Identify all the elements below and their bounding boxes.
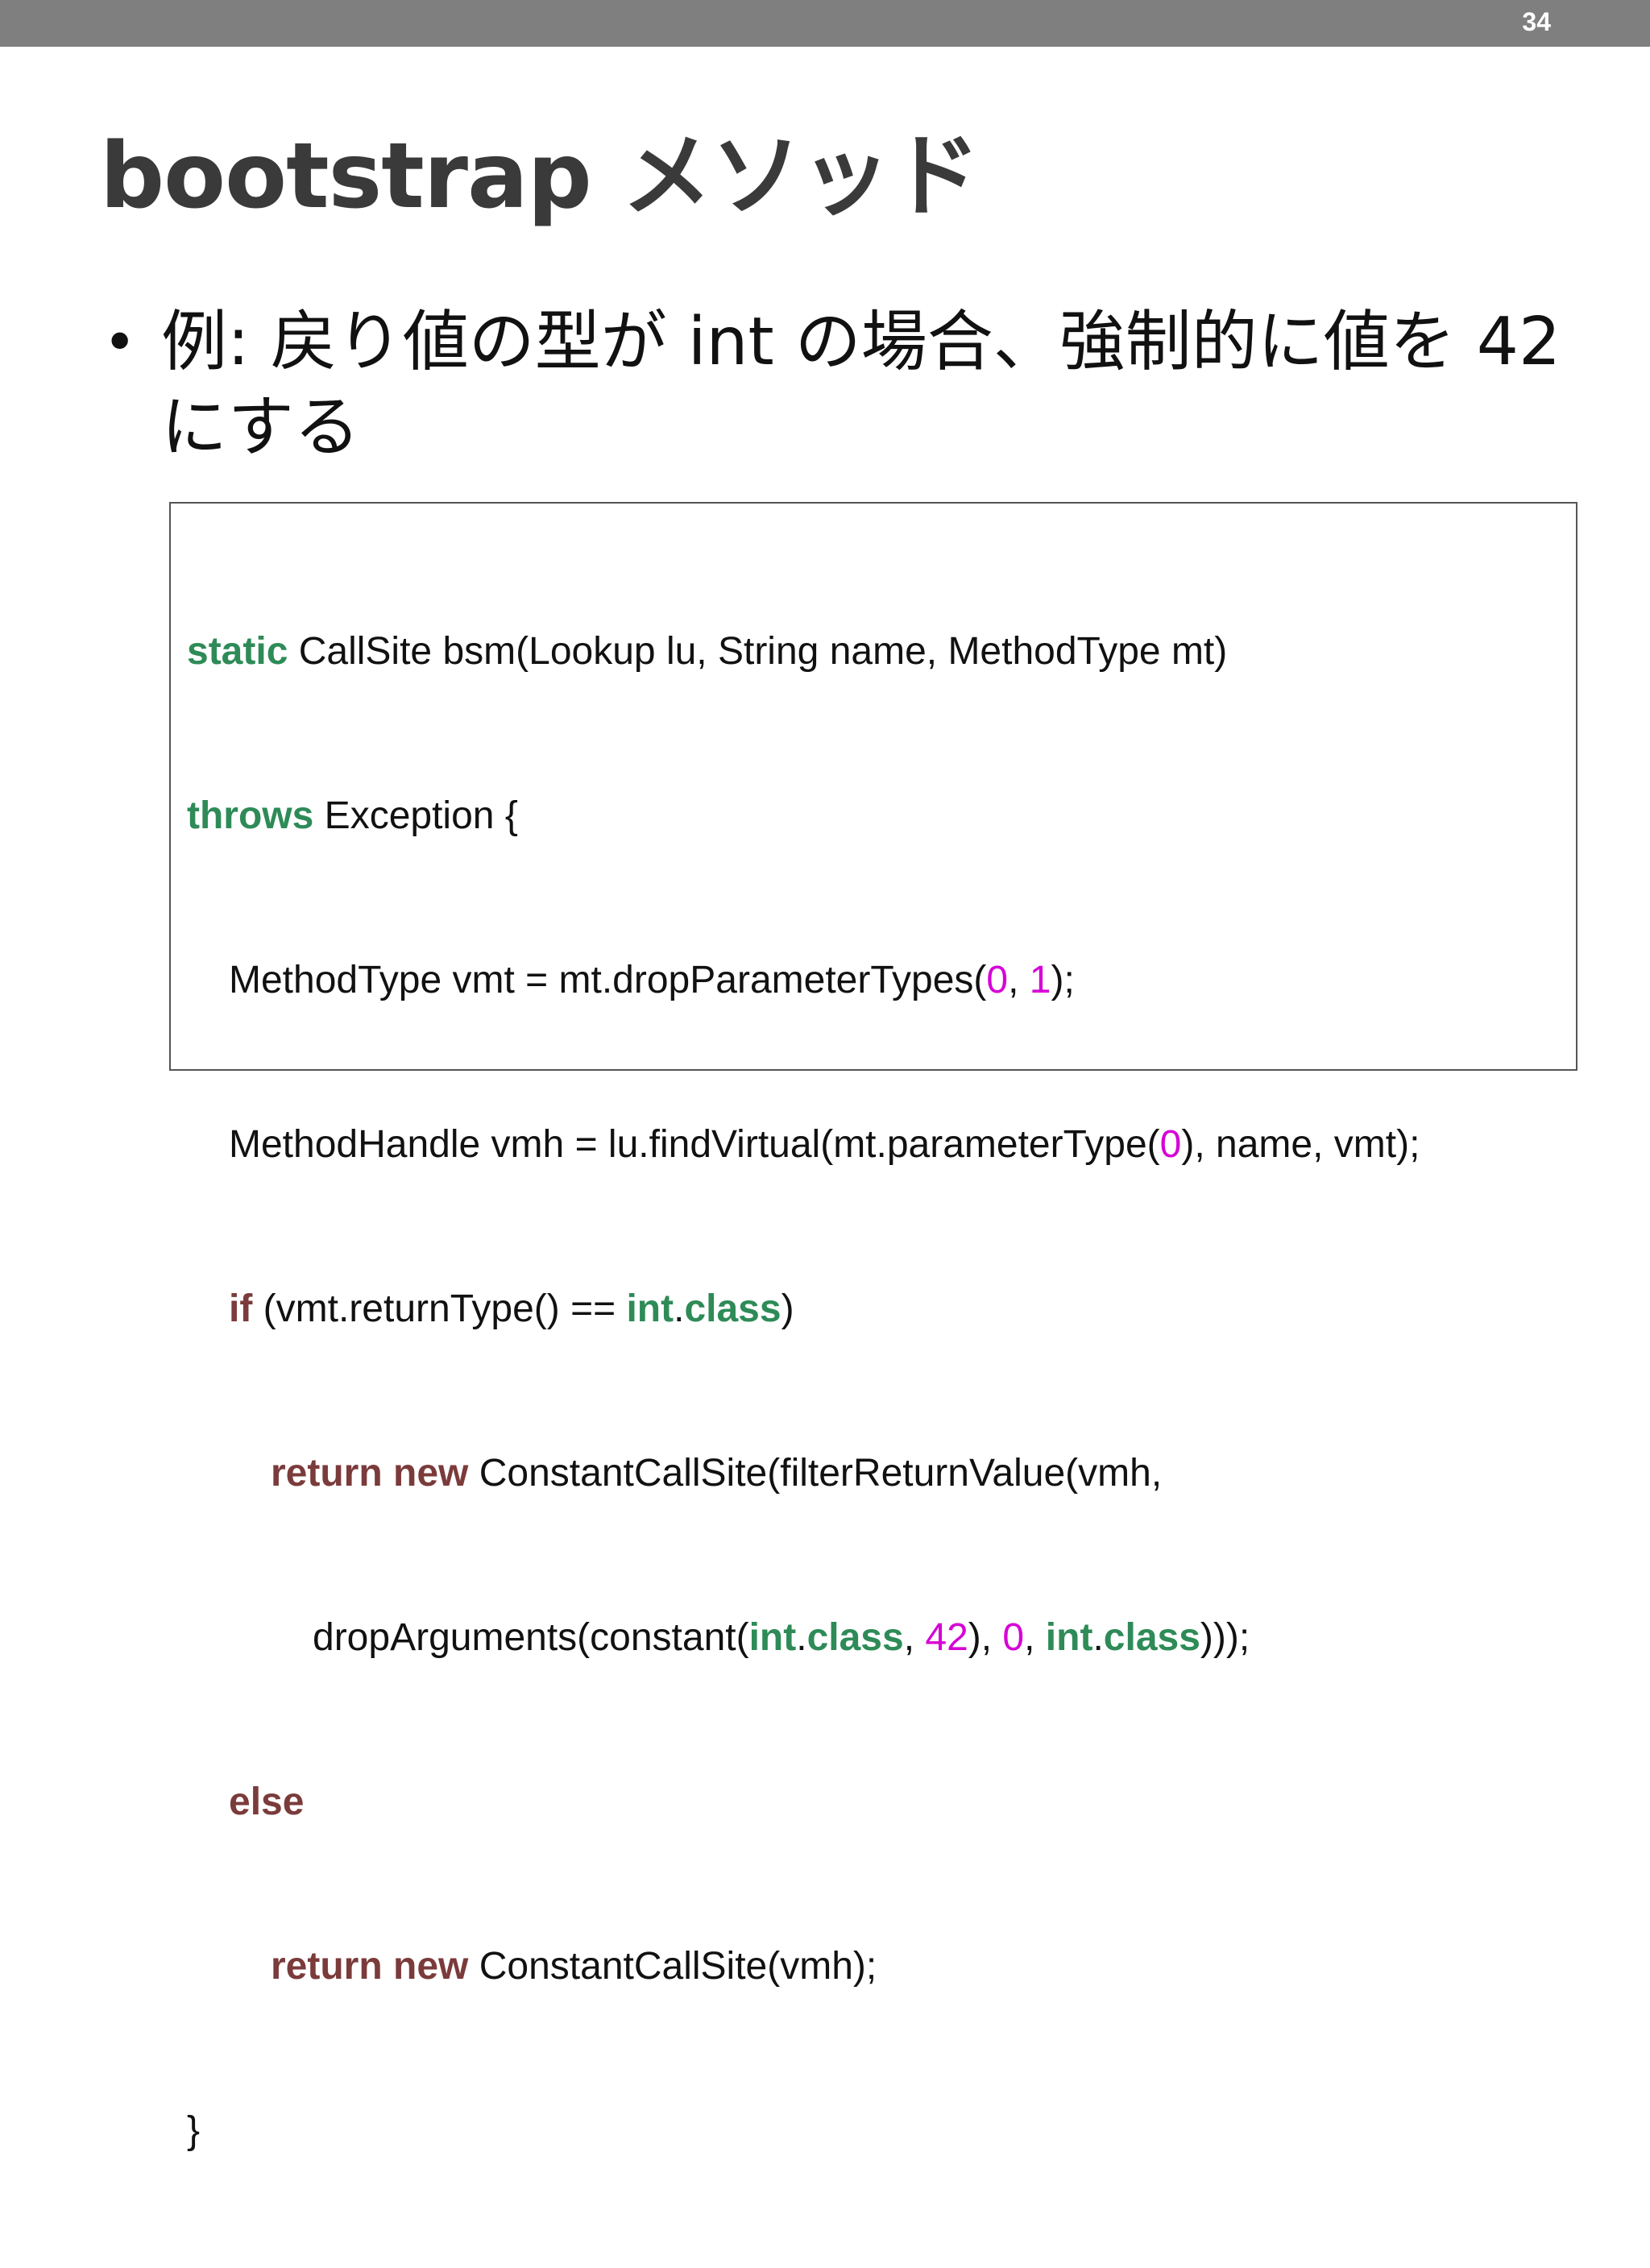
number-literal: 0	[1002, 1616, 1025, 1659]
code-line-2: throws Exception {	[187, 789, 1420, 844]
code-content: static CallSite bsm(Lookup lu, String na…	[187, 515, 1420, 2268]
keyword: return	[271, 1452, 383, 1495]
type-keyword: int	[748, 1616, 797, 1659]
number-literal: 0	[1159, 1123, 1182, 1166]
bullet-text: 例: 戻り値の型が int の場合、強制的に値を 42 にする	[161, 304, 1561, 466]
code-text: MethodType vmt = mt.dropParameterTypes(	[229, 959, 987, 1001]
type-keyword: class	[806, 1616, 904, 1659]
code-text: )	[781, 1287, 794, 1330]
code-line-3: MethodType vmt = mt.dropParameterTypes(0…	[187, 953, 1420, 1008]
code-line-7: dropArguments(constant(int.class, 42), 0…	[187, 1611, 1420, 1665]
number-literal: 0	[986, 959, 1009, 1001]
code-text: )));	[1200, 1616, 1250, 1659]
top-bar: 34	[0, 0, 1650, 47]
code-text: ), name, vmt);	[1181, 1123, 1420, 1166]
type-keyword: class	[684, 1287, 781, 1330]
keyword: else	[229, 1781, 305, 1823]
code-text: ConstantCallSite(vmh);	[468, 1945, 877, 1988]
code-text: ,	[1008, 959, 1030, 1001]
code-text: Exception {	[313, 794, 518, 837]
keyword: return	[271, 1945, 383, 1988]
code-line-5: if (vmt.returnType() == int.class)	[187, 1282, 1420, 1337]
code-text: }	[187, 2109, 201, 2152]
code-text: ConstantCallSite(filterReturnValue(vmh,	[468, 1452, 1163, 1495]
type-keyword: class	[1103, 1616, 1200, 1659]
code-line-10: }	[187, 2104, 1420, 2158]
code-text: MethodHandle vmh = lu.findVirtual(mt.par…	[229, 1123, 1160, 1166]
number-literal: 1	[1029, 959, 1051, 1001]
page-number: 34	[1522, 7, 1551, 36]
keyword: new	[393, 1945, 469, 1988]
bullet-dot: •	[103, 309, 137, 375]
code-text: .	[796, 1616, 807, 1659]
code-text: .	[674, 1287, 685, 1330]
code-line-6: return new ConstantCallSite(filterReturn…	[187, 1446, 1420, 1501]
code-text: dropArguments(constant(	[313, 1616, 749, 1659]
keyword: static	[187, 630, 288, 673]
code-line-8: else	[187, 1775, 1420, 1830]
code-text: ,	[903, 1616, 926, 1659]
slide-title: bootstrap メソッド	[100, 124, 980, 229]
code-line-1: static CallSite bsm(Lookup lu, String na…	[187, 624, 1420, 679]
code-block: static CallSite bsm(Lookup lu, String na…	[169, 502, 1577, 2152]
type-keyword: int	[1045, 1616, 1093, 1659]
number-literal: 42	[925, 1616, 968, 1659]
keyword: if	[229, 1287, 253, 1330]
keyword: throws	[187, 794, 314, 837]
code-text: CallSite bsm(Lookup lu, String name, Met…	[288, 630, 1228, 673]
code-text: (vmt.returnType() ==	[252, 1287, 627, 1330]
code-text: .	[1092, 1616, 1104, 1659]
code-text: ,	[1024, 1616, 1046, 1659]
code-text: );	[1051, 959, 1075, 1001]
code-line-9: return new ConstantCallSite(vmh);	[187, 1939, 1420, 1994]
code-text: ),	[968, 1616, 1003, 1659]
code-line-4: MethodHandle vmh = lu.findVirtual(mt.par…	[187, 1117, 1420, 1172]
type-keyword: int	[626, 1287, 674, 1330]
keyword: new	[393, 1452, 469, 1495]
